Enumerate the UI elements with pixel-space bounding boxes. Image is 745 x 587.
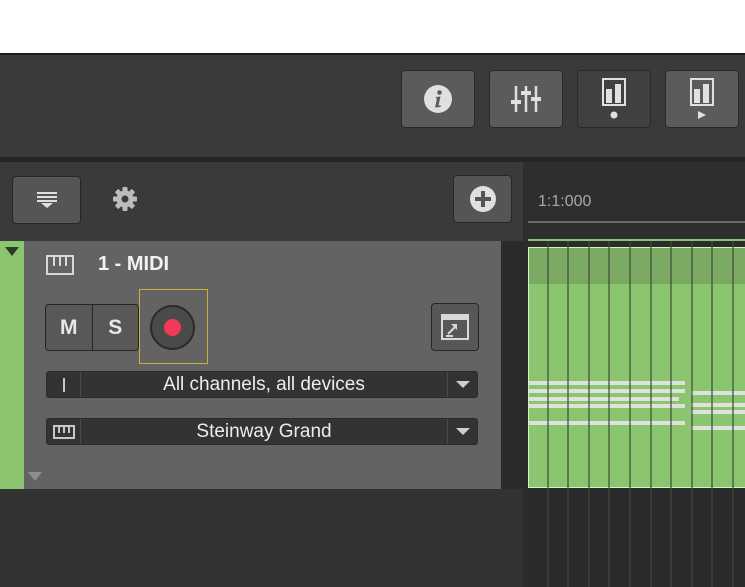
instrument-select-value: Steinway Grand (196, 421, 332, 442)
info-button[interactable] (401, 70, 475, 128)
track-color-strip[interactable] (0, 241, 24, 489)
record-icon (164, 319, 181, 336)
input-select-value: All channels, all devices (163, 374, 365, 395)
gear-icon (113, 187, 137, 211)
collapse-track-icon[interactable] (5, 247, 19, 256)
solo-button[interactable]: S (91, 305, 139, 350)
sliders-icon (511, 86, 541, 112)
empty-track-area (0, 489, 523, 587)
info-icon (424, 85, 452, 113)
meter-play-icon (690, 78, 714, 119)
track-panel-edge (501, 241, 523, 489)
piano-keyboard-icon (46, 255, 74, 275)
meter-button[interactable] (577, 70, 651, 128)
monitor-icon (441, 314, 469, 340)
meter-dot-icon (602, 78, 626, 119)
meter-play-button[interactable] (665, 70, 739, 128)
instrument-select[interactable]: Steinway Grand (46, 418, 478, 445)
monitor-button[interactable] (431, 303, 479, 351)
track-list-menu-button[interactable] (12, 176, 81, 224)
track-list-menu-icon (36, 192, 57, 208)
settings-button[interactable] (110, 184, 140, 214)
piano-keyboard-icon (47, 419, 81, 444)
track-name[interactable]: 1 - MIDI (98, 253, 169, 276)
mixer-button[interactable] (489, 70, 563, 128)
mute-button[interactable]: M (46, 305, 92, 350)
ruler-baseline (528, 221, 745, 223)
chevron-down-icon[interactable] (447, 419, 477, 444)
input-select[interactable]: All channels, all devices (46, 371, 478, 398)
add-track-icon (469, 186, 496, 212)
record-arm-button[interactable] (150, 305, 195, 350)
input-icon (47, 372, 81, 397)
ruler-position-label: 1:1:000 (538, 193, 592, 210)
mute-solo-group: M S (45, 304, 139, 351)
expand-track-icon[interactable] (28, 472, 42, 481)
beat-grid-lines (547, 241, 734, 587)
add-track-button[interactable] (453, 175, 512, 223)
track-header-panel (24, 241, 501, 489)
window-top-area (0, 0, 745, 53)
chevron-down-icon[interactable] (447, 372, 477, 397)
